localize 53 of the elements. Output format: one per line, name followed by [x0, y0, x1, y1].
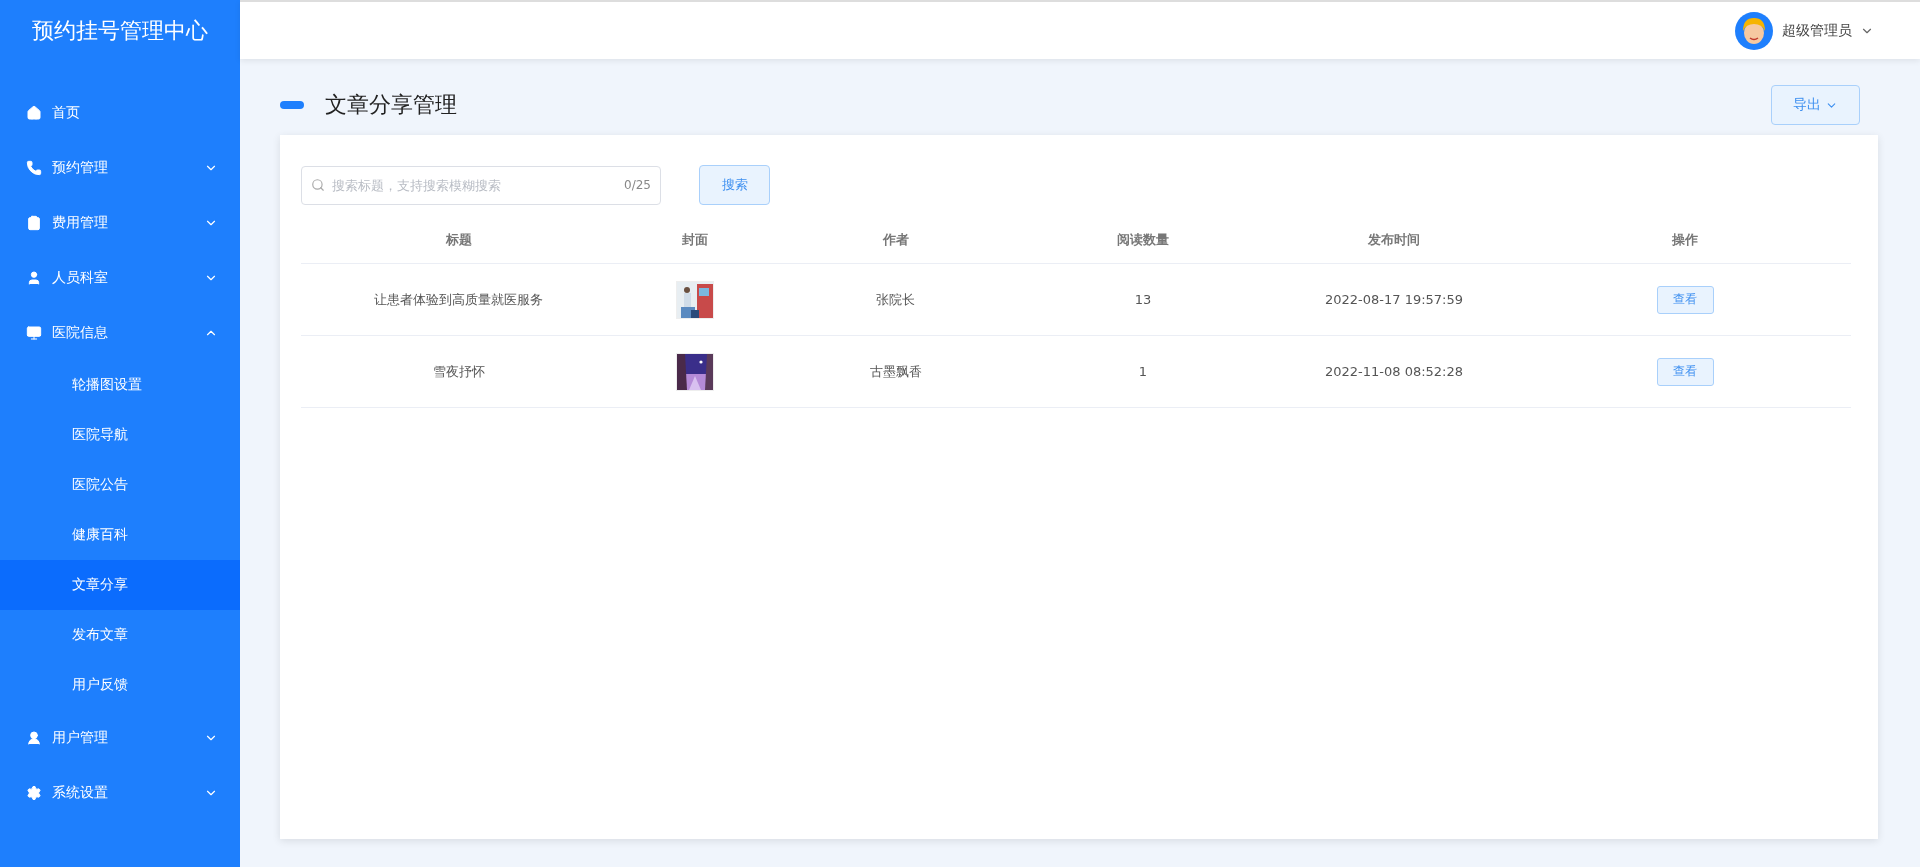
column-header: 发布时间: [1269, 217, 1519, 264]
menu-label: 费用管理: [52, 213, 109, 232]
app-title: 预约挂号管理中心: [31, 17, 209, 45]
author-cell: 古墨飘香: [869, 362, 922, 381]
menu-item[interactable]: 首页: [0, 85, 240, 140]
menu-item[interactable]: 预约管理: [0, 140, 240, 195]
menu-label: 人员科室: [52, 268, 109, 287]
column-header: 作者: [774, 217, 1017, 264]
title-cell: 雪夜抒怀: [432, 362, 485, 381]
menu-label: 预约管理: [52, 158, 109, 177]
column-header: 标题: [301, 217, 616, 264]
avatar-icon[interactable]: [1734, 10, 1774, 51]
menu-label: 用户管理: [52, 728, 109, 747]
submenu-item[interactable]: 用户反馈: [0, 660, 240, 710]
column-header: 封面: [616, 217, 774, 264]
submenu-item[interactable]: 发布文章: [0, 610, 240, 660]
user-name[interactable]: 超级管理员: [1782, 21, 1852, 40]
menu-item[interactable]: 人员科室: [0, 250, 240, 305]
user-icon: [26, 729, 42, 746]
title-cell: 让患者体验到高质量就医服务: [374, 290, 543, 309]
reads-cell: 13: [1134, 292, 1152, 307]
person-icon: [26, 269, 42, 286]
submenu-item[interactable]: 文章分享: [0, 560, 240, 610]
char-counter: 0/25: [624, 177, 651, 192]
clipboard-icon: [26, 214, 42, 231]
search-icon: [311, 177, 325, 192]
title-marker: [280, 101, 304, 109]
menu-label: 系统设置: [52, 783, 109, 802]
page-title: 文章分享管理: [325, 91, 458, 119]
menu-item[interactable]: 费用管理: [0, 195, 240, 250]
date-cell: 2022-08-17 19:57:59: [1324, 292, 1464, 307]
column-header: 操作: [1519, 217, 1851, 264]
submenu-item[interactable]: 医院导航: [0, 410, 240, 460]
menu-item[interactable]: 系统设置: [0, 765, 240, 820]
monitor-icon: [26, 324, 42, 341]
column-header: 阅读数量: [1017, 217, 1269, 264]
search-button[interactable]: 搜索: [699, 165, 770, 205]
export-button[interactable]: 导出: [1771, 85, 1860, 125]
view-button[interactable]: 查看: [1656, 357, 1714, 386]
menu-item[interactable]: 用户管理: [0, 710, 240, 765]
settings-icon: [26, 784, 42, 801]
view-button[interactable]: 查看: [1656, 285, 1714, 314]
submenu-item[interactable]: 轮播图设置: [0, 360, 240, 410]
home-icon: [26, 104, 42, 121]
menu-label: 首页: [52, 103, 81, 122]
reads-cell: 1: [1138, 364, 1148, 379]
menu-item[interactable]: 医院信息: [0, 305, 240, 360]
author-cell: 张院长: [876, 290, 915, 309]
date-cell: 2022-11-08 08:52:28: [1324, 364, 1464, 379]
menu-label: 医院信息: [52, 323, 109, 342]
phone-icon: [26, 159, 42, 176]
submenu-item[interactable]: 健康百科: [0, 510, 240, 560]
submenu-item[interactable]: 医院公告: [0, 460, 240, 510]
